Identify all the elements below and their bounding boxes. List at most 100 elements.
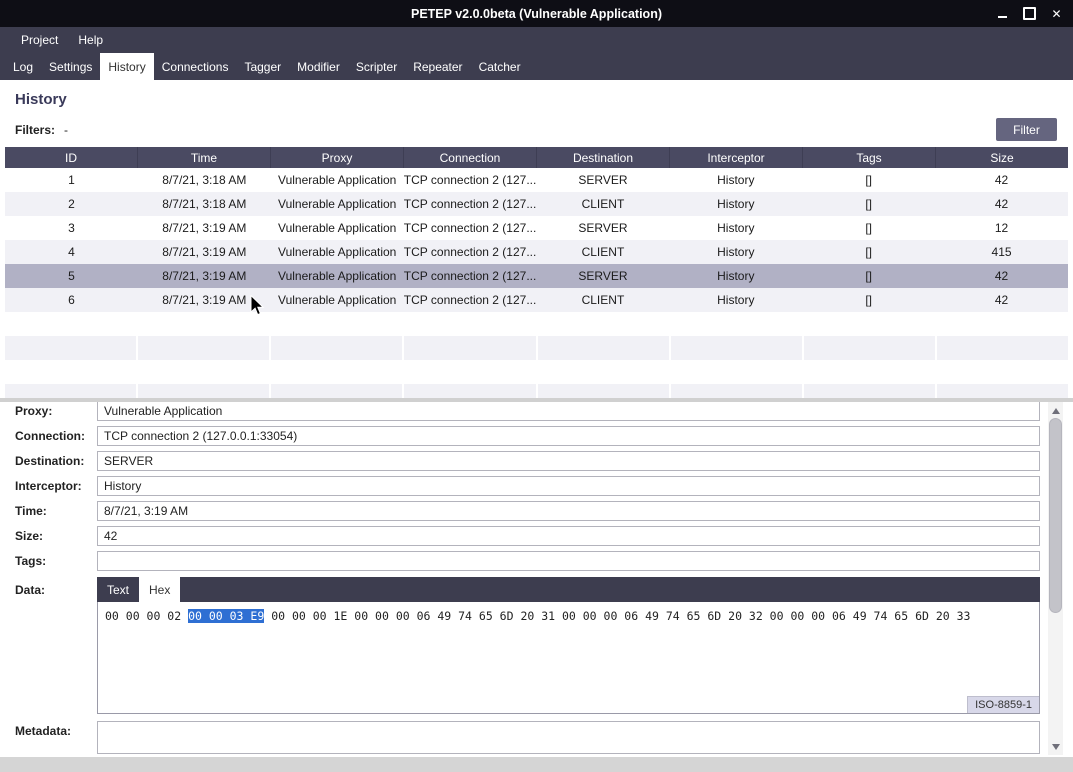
tab-catcher[interactable]: Catcher (471, 53, 529, 80)
table-filler-cell (937, 384, 1068, 398)
table-cell: 42 (935, 192, 1068, 216)
table-filler-cell (5, 384, 138, 398)
table-row[interactable]: 58/7/21, 3:19 AMVulnerable ApplicationTC… (5, 264, 1068, 288)
column-header-size[interactable]: Size (936, 147, 1068, 168)
filter-button[interactable]: Filter (996, 118, 1057, 141)
field-value[interactable]: SERVER (97, 451, 1040, 471)
table-filler-row (5, 384, 1068, 398)
table-cell: 8/7/21, 3:19 AM (138, 216, 271, 240)
menu-help[interactable]: Help (68, 28, 113, 52)
table-row[interactable]: 18/7/21, 3:18 AMVulnerable ApplicationTC… (5, 168, 1068, 192)
table-row[interactable]: 28/7/21, 3:18 AMVulnerable ApplicationTC… (5, 192, 1068, 216)
column-header-interceptor[interactable]: Interceptor (670, 147, 803, 168)
table-filler-cell (138, 360, 271, 384)
tab-settings[interactable]: Settings (41, 53, 100, 80)
menu-project[interactable]: Project (11, 28, 68, 52)
column-header-id[interactable]: ID (5, 147, 138, 168)
field-label: Connection: (15, 429, 97, 443)
table-cell: 6 (5, 288, 138, 312)
history-table: IDTimeProxyConnectionDestinationIntercep… (5, 147, 1068, 398)
table-cell: TCP connection 2 (127... (404, 168, 537, 192)
table-cell: Vulnerable Application (271, 192, 404, 216)
table-cell: Vulnerable Application (271, 168, 404, 192)
table-filler-cell (5, 360, 138, 384)
table-cell: History (669, 288, 802, 312)
table-cell: CLIENT (537, 192, 670, 216)
table-cell: TCP connection 2 (127... (404, 192, 537, 216)
scroll-up-icon[interactable] (1048, 403, 1063, 418)
encoding-badge: ISO-8859-1 (967, 696, 1039, 713)
table-filler-cell (538, 384, 671, 398)
field-value[interactable]: TCP connection 2 (127.0.0.1:33054) (97, 426, 1040, 446)
table-body: 18/7/21, 3:18 AMVulnerable ApplicationTC… (5, 168, 1068, 398)
scrollbar-thumb[interactable] (1049, 418, 1062, 613)
table-filler-cell (404, 312, 537, 336)
hex-editor[interactable]: 00 00 00 02 00 00 03 E9 00 00 00 1E 00 0… (97, 602, 1040, 714)
table-cell: 8/7/21, 3:19 AM (138, 240, 271, 264)
table-cell: 42 (935, 264, 1068, 288)
table-cell: 1 (5, 168, 138, 192)
hex-line: 00 00 00 02 00 00 03 E9 00 00 00 1E 00 0… (98, 602, 1039, 630)
table-filler-cell (271, 360, 404, 384)
column-header-proxy[interactable]: Proxy (271, 147, 404, 168)
field-value[interactable] (97, 551, 1040, 571)
close-icon[interactable]: ✕ (1050, 7, 1063, 20)
table-filler-cell (404, 360, 537, 384)
table-filler-cell (804, 360, 937, 384)
table-filler-cell (538, 312, 671, 336)
table-filler-cell (804, 312, 937, 336)
tab-history[interactable]: History (100, 53, 153, 80)
tabbar: Log Settings History Connections Tagger … (0, 53, 1073, 80)
filters-value: - (64, 123, 68, 137)
table-cell: TCP connection 2 (127... (404, 216, 537, 240)
table-filler-cell (937, 360, 1068, 384)
column-header-time[interactable]: Time (138, 147, 271, 168)
metadata-box[interactable] (97, 721, 1040, 754)
window-controls: ✕ (996, 0, 1063, 27)
tab-connections[interactable]: Connections (154, 53, 237, 80)
table-filler-cell (538, 360, 671, 384)
detail-field-row: Tags: (0, 548, 1073, 573)
table-filler-cell (937, 336, 1068, 360)
tab-log[interactable]: Log (5, 53, 41, 80)
table-filler-cell (671, 360, 804, 384)
hex-suffix: 00 00 00 1E 00 00 00 06 49 74 65 6D 20 3… (264, 609, 970, 623)
table-cell: SERVER (537, 264, 670, 288)
table-cell: TCP connection 2 (127... (404, 240, 537, 264)
field-value[interactable]: 8/7/21, 3:19 AM (97, 501, 1040, 521)
column-header-tags[interactable]: Tags (803, 147, 936, 168)
tab-modifier[interactable]: Modifier (289, 53, 348, 80)
column-header-connection[interactable]: Connection (404, 147, 537, 168)
detail-scrollbar[interactable] (1048, 402, 1063, 755)
tab-scripter[interactable]: Scripter (348, 53, 405, 80)
table-row[interactable]: 48/7/21, 3:19 AMVulnerable ApplicationTC… (5, 240, 1068, 264)
scroll-down-icon[interactable] (1048, 739, 1063, 754)
tab-repeater[interactable]: Repeater (405, 53, 470, 80)
field-value[interactable]: 42 (97, 526, 1040, 546)
data-tab-text[interactable]: Text (97, 577, 139, 602)
table-filler-cell (271, 312, 404, 336)
tab-tagger[interactable]: Tagger (236, 53, 289, 80)
table-filler-cell (671, 312, 804, 336)
table-cell: SERVER (537, 216, 670, 240)
table-row[interactable]: 38/7/21, 3:19 AMVulnerable ApplicationTC… (5, 216, 1068, 240)
maximize-icon[interactable] (1023, 7, 1036, 20)
column-header-destination[interactable]: Destination (537, 147, 670, 168)
table-cell: History (669, 216, 802, 240)
table-filler-cell (271, 336, 404, 360)
data-tab-hex[interactable]: Hex (139, 577, 180, 602)
table-cell: [] (802, 168, 935, 192)
field-label: Size: (15, 529, 97, 543)
table-row[interactable]: 68/7/21, 3:19 AMVulnerable ApplicationTC… (5, 288, 1068, 312)
table-cell: History (669, 192, 802, 216)
table-cell: 5 (5, 264, 138, 288)
data-row: Data: Text Hex 00 00 00 02 00 00 03 E9 0… (0, 577, 1073, 714)
field-label: Proxy: (15, 404, 97, 418)
field-value[interactable]: Vulnerable Application (97, 402, 1040, 421)
detail-field-row: Destination:SERVER (0, 448, 1073, 473)
table-cell: 8/7/21, 3:18 AM (138, 192, 271, 216)
table-cell: Vulnerable Application (271, 216, 404, 240)
field-value[interactable]: History (97, 476, 1040, 496)
minimize-icon[interactable] (996, 7, 1009, 20)
table-filler-cell (404, 384, 537, 398)
